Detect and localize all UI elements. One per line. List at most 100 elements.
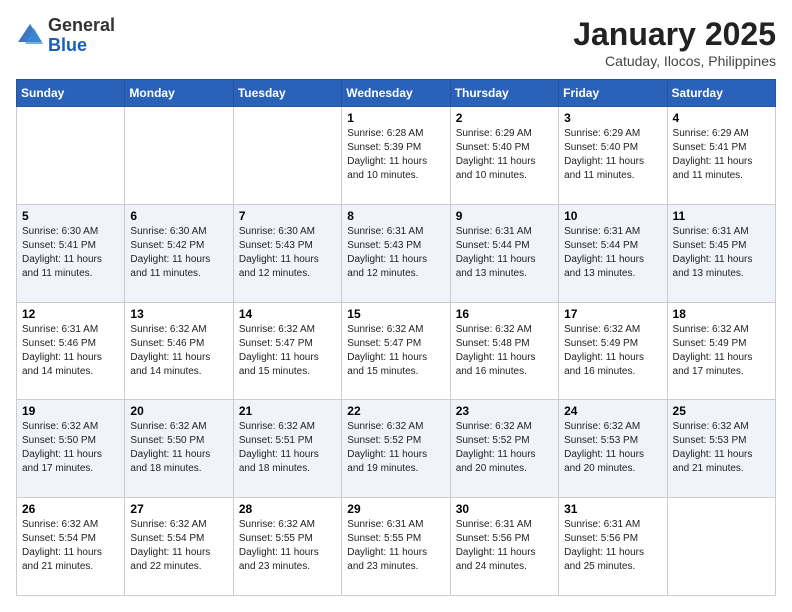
day-number: 23: [456, 404, 553, 418]
table-row: [17, 107, 125, 205]
table-row: 30 Sunrise: 6:31 AMSunset: 5:56 PMDayligh…: [450, 498, 558, 596]
day-info: Sunrise: 6:32 AMSunset: 5:51 PMDaylight:…: [239, 420, 336, 476]
day-info: Sunrise: 6:32 AMSunset: 5:52 PMDaylight:…: [456, 420, 553, 476]
month-title: January 2025: [573, 16, 776, 53]
day-info: Sunrise: 6:32 AMSunset: 5:49 PMDaylight:…: [564, 323, 661, 379]
day-number: 9: [456, 209, 553, 223]
day-info: Sunrise: 6:30 AMSunset: 5:41 PMDaylight:…: [22, 225, 119, 281]
table-row: 5 Sunrise: 6:30 AMSunset: 5:41 PMDaylight…: [17, 204, 125, 302]
day-number: 6: [130, 209, 227, 223]
table-row: 31 Sunrise: 6:31 AMSunset: 5:56 PMDayligh…: [559, 498, 667, 596]
table-row: 6Sunrise: 6:30 AMSunset: 5:42 PMDaylight…: [125, 204, 233, 302]
location-title: Catuday, Ilocos, Philippines: [573, 53, 776, 69]
table-row: 26 Sunrise: 6:32 AMSunset: 5:54 PMDayligh…: [17, 498, 125, 596]
table-row: 17 Sunrise: 6:32 AMSunset: 5:49 PMDayligh…: [559, 302, 667, 400]
day-number: 22: [347, 404, 444, 418]
logo-icon: [16, 22, 44, 50]
day-number: 15: [347, 307, 444, 321]
day-info: Sunrise: 6:32 AMSunset: 5:52 PMDaylight:…: [347, 420, 444, 476]
table-row: 23 Sunrise: 6:32 AMSunset: 5:52 PMDayligh…: [450, 400, 558, 498]
day-number: 31: [564, 502, 661, 516]
day-number: 12: [22, 307, 119, 321]
day-info: Sunrise: 6:32 AMSunset: 5:54 PMDaylight:…: [22, 518, 119, 574]
day-number: 4: [673, 111, 770, 125]
col-sunday: Sunday: [17, 80, 125, 107]
calendar-header-row: Sunday Monday Tuesday Wednesday Thursday…: [17, 80, 776, 107]
calendar-week-1: 5 Sunrise: 6:30 AMSunset: 5:41 PMDaylight…: [17, 204, 776, 302]
calendar-week-4: 26 Sunrise: 6:32 AMSunset: 5:54 PMDayligh…: [17, 498, 776, 596]
table-row: 20 Sunrise: 6:32 AMSunset: 5:50 PMDayligh…: [125, 400, 233, 498]
day-number: 18: [673, 307, 770, 321]
day-info: Sunrise: 6:32 AMSunset: 5:55 PMDaylight:…: [239, 518, 336, 574]
calendar-week-3: 19 Sunrise: 6:32 AMSunset: 5:50 PMDayligh…: [17, 400, 776, 498]
header: General Blue January 2025 Catuday, Iloco…: [16, 16, 776, 69]
table-row: [125, 107, 233, 205]
calendar-week-2: 12 Sunrise: 6:31 AMSunset: 5:46 PMDayligh…: [17, 302, 776, 400]
logo-text: General Blue: [48, 16, 115, 56]
table-row: 8 Sunrise: 6:31 AMSunset: 5:43 PMDaylight…: [342, 204, 450, 302]
page: General Blue January 2025 Catuday, Iloco…: [0, 0, 792, 612]
table-row: 14 Sunrise: 6:32 AMSunset: 5:47 PMDayligh…: [233, 302, 341, 400]
day-info: Sunrise: 6:31 AMSunset: 5:43 PMDaylight:…: [347, 225, 444, 281]
day-number: 14: [239, 307, 336, 321]
table-row: 12 Sunrise: 6:31 AMSunset: 5:46 PMDayligh…: [17, 302, 125, 400]
table-row: 25 Sunrise: 6:32 AMSunset: 5:53 PMDayligh…: [667, 400, 775, 498]
col-saturday: Saturday: [667, 80, 775, 107]
day-info: Sunrise: 6:29 AMSunset: 5:41 PMDaylight:…: [673, 127, 770, 183]
day-number: 11: [673, 209, 770, 223]
day-info: Sunrise: 6:32 AMSunset: 5:53 PMDaylight:…: [673, 420, 770, 476]
day-number: 5: [22, 209, 119, 223]
day-info: Sunrise: 6:32 AMSunset: 5:47 PMDaylight:…: [347, 323, 444, 379]
day-info: Sunrise: 6:28 AMSunset: 5:39 PMDaylight:…: [347, 127, 444, 183]
day-info: Sunrise: 6:31 AMSunset: 5:45 PMDaylight:…: [673, 225, 770, 281]
table-row: 7Sunrise: 6:30 AMSunset: 5:43 PMDaylight…: [233, 204, 341, 302]
day-info: Sunrise: 6:32 AMSunset: 5:47 PMDaylight:…: [239, 323, 336, 379]
day-info: Sunrise: 6:32 AMSunset: 5:50 PMDaylight:…: [22, 420, 119, 476]
table-row: 2Sunrise: 6:29 AMSunset: 5:40 PMDaylight…: [450, 107, 558, 205]
day-info: Sunrise: 6:32 AMSunset: 5:54 PMDaylight:…: [130, 518, 227, 574]
calendar-week-0: 1Sunrise: 6:28 AMSunset: 5:39 PMDaylight…: [17, 107, 776, 205]
day-info: Sunrise: 6:31 AMSunset: 5:56 PMDaylight:…: [564, 518, 661, 574]
day-info: Sunrise: 6:31 AMSunset: 5:56 PMDaylight:…: [456, 518, 553, 574]
table-row: 22 Sunrise: 6:32 AMSunset: 5:52 PMDayligh…: [342, 400, 450, 498]
logo: General Blue: [16, 16, 115, 56]
day-number: 16: [456, 307, 553, 321]
day-number: 2: [456, 111, 553, 125]
day-number: 27: [130, 502, 227, 516]
day-info: Sunrise: 6:30 AMSunset: 5:43 PMDaylight:…: [239, 225, 336, 281]
table-row: 4 Sunrise: 6:29 AMSunset: 5:41 PMDaylight…: [667, 107, 775, 205]
table-row: 3 Sunrise: 6:29 AMSunset: 5:40 PMDaylight…: [559, 107, 667, 205]
table-row: [667, 498, 775, 596]
table-row: 10Sunrise: 6:31 AMSunset: 5:44 PMDayligh…: [559, 204, 667, 302]
day-info: Sunrise: 6:32 AMSunset: 5:46 PMDaylight:…: [130, 323, 227, 379]
calendar-table: Sunday Monday Tuesday Wednesday Thursday…: [16, 79, 776, 596]
title-block: January 2025 Catuday, Ilocos, Philippine…: [573, 16, 776, 69]
col-friday: Friday: [559, 80, 667, 107]
table-row: 13Sunrise: 6:32 AMSunset: 5:46 PMDayligh…: [125, 302, 233, 400]
day-info: Sunrise: 6:31 AMSunset: 5:44 PMDaylight:…: [564, 225, 661, 281]
day-number: 21: [239, 404, 336, 418]
day-number: 25: [673, 404, 770, 418]
table-row: 29Sunrise: 6:31 AMSunset: 5:55 PMDayligh…: [342, 498, 450, 596]
day-number: 17: [564, 307, 661, 321]
logo-blue: Blue: [48, 35, 87, 55]
col-wednesday: Wednesday: [342, 80, 450, 107]
day-number: 8: [347, 209, 444, 223]
day-info: Sunrise: 6:32 AMSunset: 5:50 PMDaylight:…: [130, 420, 227, 476]
day-number: 26: [22, 502, 119, 516]
day-info: Sunrise: 6:31 AMSunset: 5:46 PMDaylight:…: [22, 323, 119, 379]
table-row: 9 Sunrise: 6:31 AMSunset: 5:44 PMDaylight…: [450, 204, 558, 302]
table-row: 19 Sunrise: 6:32 AMSunset: 5:50 PMDayligh…: [17, 400, 125, 498]
table-row: 18 Sunrise: 6:32 AMSunset: 5:49 PMDayligh…: [667, 302, 775, 400]
col-thursday: Thursday: [450, 80, 558, 107]
day-info: Sunrise: 6:31 AMSunset: 5:44 PMDaylight:…: [456, 225, 553, 281]
day-number: 19: [22, 404, 119, 418]
day-number: 3: [564, 111, 661, 125]
day-number: 20: [130, 404, 227, 418]
day-info: Sunrise: 6:32 AMSunset: 5:49 PMDaylight:…: [673, 323, 770, 379]
day-info: Sunrise: 6:32 AMSunset: 5:53 PMDaylight:…: [564, 420, 661, 476]
day-info: Sunrise: 6:29 AMSunset: 5:40 PMDaylight:…: [564, 127, 661, 183]
day-number: 30: [456, 502, 553, 516]
table-row: 15 Sunrise: 6:32 AMSunset: 5:47 PMDayligh…: [342, 302, 450, 400]
logo-general: General: [48, 15, 115, 35]
